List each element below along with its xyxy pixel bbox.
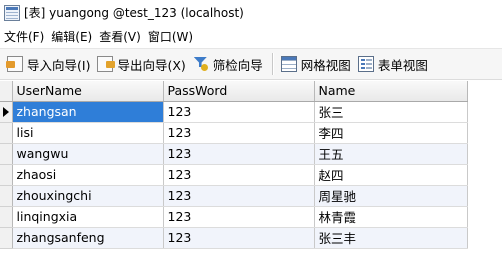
- grid-view-icon: [280, 56, 297, 72]
- cell-username[interactable]: zhouxingchi: [12, 185, 164, 207]
- import-wizard-label: 导入向导(I): [27, 57, 91, 73]
- column-header-username[interactable]: UserName: [12, 81, 164, 102]
- cell-password[interactable]: 123: [163, 164, 315, 186]
- cell-username[interactable]: lisi: [12, 122, 164, 144]
- menu-bar: 文件(F) 编辑(E) 查看(V) 窗口(W): [0, 25, 502, 47]
- import-icon: [6, 56, 23, 72]
- cell-name[interactable]: 王五: [314, 143, 468, 165]
- cell-password[interactable]: 123: [163, 227, 315, 249]
- table-row[interactable]: zhaosi 123 赵四: [0, 164, 468, 186]
- form-view-button[interactable]: 表单视图: [356, 51, 432, 77]
- grid-view-button[interactable]: 网格视图: [279, 51, 355, 77]
- column-header-name[interactable]: Name: [314, 81, 468, 102]
- cell-password[interactable]: 123: [163, 122, 315, 144]
- cell-password[interactable]: 123: [163, 185, 315, 207]
- grid-corner: [0, 81, 13, 102]
- filter-wizard-button[interactable]: 筛检向导: [191, 51, 267, 77]
- table-row[interactable]: lisi 123 李四: [0, 122, 468, 144]
- row-header[interactable]: [0, 164, 13, 186]
- cell-password[interactable]: 123: [163, 143, 315, 165]
- row-header[interactable]: [0, 185, 13, 207]
- cell-name[interactable]: 林青霞: [314, 206, 468, 228]
- cell-username[interactable]: wangwu: [12, 143, 164, 165]
- form-view-label: 表单视图: [377, 57, 428, 73]
- window-title: [表] yuangong @test_123 (localhost): [24, 6, 244, 20]
- table-icon: [4, 4, 20, 21]
- table-row[interactable]: wangwu 123 王五: [0, 143, 468, 165]
- row-pointer-icon: [3, 106, 9, 117]
- table-row[interactable]: zhouxingchi 123 周星驰: [0, 185, 468, 207]
- toolbar: 导入向导(I) 导出向导(X) 筛检向导 网格视图 表单视图: [0, 48, 502, 80]
- table-row[interactable]: zhangsan 123 张三: [0, 101, 468, 123]
- column-header-password[interactable]: PassWord: [163, 81, 315, 102]
- table-row[interactable]: linqingxia 123 林青霞: [0, 206, 468, 228]
- cell-username[interactable]: zhangsanfeng: [12, 227, 164, 249]
- table-row[interactable]: zhangsanfeng 123 张三丰: [0, 227, 468, 249]
- grid-view-label: 网格视图: [300, 57, 351, 73]
- title-bar: [表] yuangong @test_123 (localhost): [0, 0, 502, 25]
- cell-password[interactable]: 123: [163, 206, 315, 228]
- cell-username[interactable]: zhangsan: [12, 101, 164, 123]
- cell-name[interactable]: 张三丰: [314, 227, 468, 249]
- filter-wizard-label: 筛检向导: [212, 57, 263, 73]
- export-wizard-label: 导出向导(X): [117, 57, 186, 73]
- row-header[interactable]: [0, 206, 13, 228]
- cell-name[interactable]: 张三: [314, 101, 468, 123]
- row-header[interactable]: [0, 122, 13, 144]
- export-wizard-button[interactable]: 导出向导(X): [95, 51, 189, 77]
- row-header[interactable]: [0, 227, 13, 249]
- menu-file[interactable]: 文件(F): [4, 28, 44, 45]
- cell-name[interactable]: 李四: [314, 122, 468, 144]
- row-header[interactable]: [0, 143, 13, 165]
- cell-name[interactable]: 周星驰: [314, 185, 468, 207]
- cell-username[interactable]: linqingxia: [12, 206, 164, 228]
- row-header[interactable]: [0, 101, 13, 123]
- import-wizard-button[interactable]: 导入向导(I): [5, 51, 94, 77]
- data-grid: UserName PassWord Name zhangsan 123 张三 l…: [0, 81, 468, 249]
- cell-password[interactable]: 123: [163, 101, 315, 123]
- form-view-icon: [357, 56, 374, 72]
- menu-window[interactable]: 窗口(W): [148, 28, 193, 45]
- toolbar-separator: [271, 53, 273, 75]
- export-icon: [97, 56, 116, 72]
- header-row: UserName PassWord Name: [0, 81, 468, 102]
- cell-username[interactable]: zhaosi: [12, 164, 164, 186]
- menu-edit[interactable]: 编辑(E): [51, 28, 92, 45]
- filter-icon: [193, 56, 209, 72]
- menu-view[interactable]: 查看(V): [99, 28, 141, 45]
- cell-name[interactable]: 赵四: [314, 164, 468, 186]
